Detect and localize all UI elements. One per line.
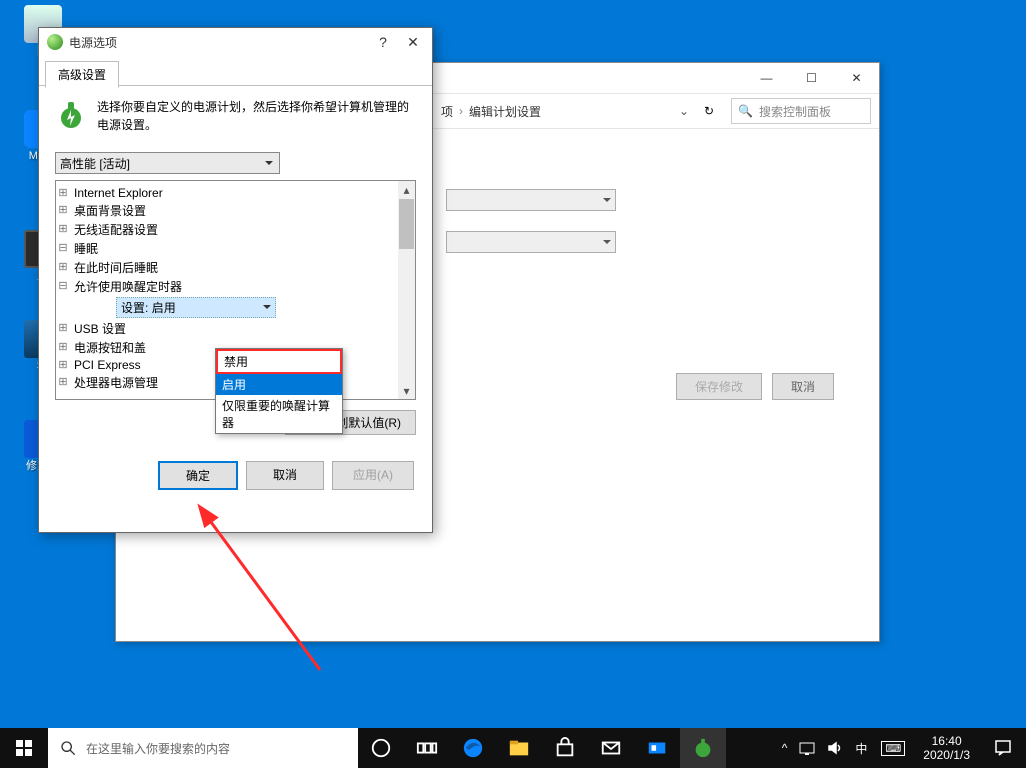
taskbar: 在这里输入你要搜索的内容 ^ 中 ⌨ 16:40 2020/1/3 [0, 728, 1026, 768]
search-icon [60, 740, 76, 756]
help-button[interactable]: ? [368, 34, 398, 50]
refresh-button[interactable]: ↻ [695, 104, 723, 118]
maximize-button[interactable]: ☐ [789, 63, 834, 93]
tab-strip: 高级设置 [39, 60, 432, 86]
ok-button[interactable]: 确定 [158, 461, 238, 490]
minimize-button[interactable]: — [744, 63, 789, 93]
network-icon[interactable] [793, 728, 821, 768]
tab-advanced[interactable]: 高级设置 [45, 61, 119, 88]
power-icon [47, 34, 63, 50]
search-icon: 🔍 [738, 104, 753, 118]
breadcrumb-item[interactable]: 编辑计划设置 [469, 103, 541, 120]
power-options-taskbar-icon[interactable] [680, 728, 726, 768]
power-options-dialog: 电源选项 ? ✕ 高级设置 选择你要自定义的电源计划，然后选择你希望计算机管理的… [38, 27, 433, 533]
search-placeholder: 在这里输入你要搜索的内容 [86, 740, 230, 757]
scroll-up-icon[interactable]: ▴ [398, 181, 415, 198]
scroll-down-icon[interactable]: ▾ [398, 382, 415, 399]
store-taskbar-icon[interactable] [542, 728, 588, 768]
dropdown-option-important[interactable]: 仅限重要的唤醒计算器 [216, 395, 342, 433]
search-input[interactable]: 🔍 搜索控制面板 [731, 98, 871, 124]
start-button[interactable] [0, 728, 48, 768]
cancel-button[interactable]: 取消 [246, 461, 324, 490]
setting-value: 启用 [152, 299, 176, 316]
breadcrumb-item[interactable]: 项 [441, 103, 453, 120]
chevron-right-icon: › [459, 104, 463, 118]
expand-icon[interactable]: ⊞ [56, 341, 70, 355]
close-button[interactable]: ✕ [398, 34, 428, 51]
tree-item-sleep-after[interactable]: 在此时间后睡眠 [74, 259, 158, 276]
save-button[interactable]: 保存修改 [676, 373, 762, 400]
mail-taskbar-icon[interactable] [588, 728, 634, 768]
wake-timer-setting-combo[interactable]: 设置: 启用 [116, 297, 276, 318]
expand-icon[interactable]: ⊞ [56, 376, 70, 390]
scrollbar[interactable]: ▴ ▾ [398, 181, 415, 399]
edge-taskbar-icon[interactable] [450, 728, 496, 768]
tree-item-ie[interactable]: Internet Explorer [74, 186, 163, 200]
display-off-combo[interactable] [446, 189, 616, 211]
tree-item-wake-timer[interactable]: 允许使用唤醒定时器 [74, 278, 182, 295]
volume-icon[interactable] [821, 728, 849, 768]
scroll-thumb[interactable] [399, 199, 414, 249]
battery-icon [55, 98, 87, 130]
collapse-icon[interactable]: ⊟ [56, 280, 70, 294]
time: 16:40 [923, 734, 970, 748]
date: 2020/1/3 [923, 748, 970, 762]
tree-item-desktop-bg[interactable]: 桌面背景设置 [74, 202, 146, 219]
tree-item-sleep[interactable]: 睡眠 [74, 240, 98, 257]
tree-item-wifi[interactable]: 无线适配器设置 [74, 221, 158, 238]
setting-label: 设置: [121, 299, 148, 316]
power-plan-combo[interactable]: 高性能 [活动] [55, 152, 280, 174]
close-button[interactable]: ✕ [834, 63, 879, 93]
system-tray: ^ 中 ⌨ 16:40 2020/1/3 [776, 728, 1026, 768]
cancel-button[interactable]: 取消 [772, 373, 834, 400]
tree-item-cpu[interactable]: 处理器电源管理 [74, 374, 158, 391]
address-drop-button[interactable]: ⌄ [673, 104, 695, 118]
expand-icon[interactable]: ⊞ [56, 204, 70, 218]
expand-icon[interactable]: ⊞ [56, 186, 70, 200]
sleep-after-combo[interactable] [446, 231, 616, 253]
search-placeholder: 搜索控制面板 [759, 103, 831, 120]
explorer-taskbar-icon[interactable] [496, 728, 542, 768]
dropdown-option-disable[interactable]: 禁用 [216, 349, 342, 374]
clock[interactable]: 16:40 2020/1/3 [913, 734, 980, 763]
expand-icon[interactable]: ⊞ [56, 223, 70, 237]
settings-taskbar-icon[interactable] [634, 728, 680, 768]
cortana-icon[interactable] [358, 728, 404, 768]
expand-icon[interactable]: ⊞ [56, 322, 70, 336]
dialog-description: 选择你要自定义的电源计划，然后选择你希望计算机管理的电源设置。 [97, 98, 416, 134]
dialog-titlebar[interactable]: 电源选项 ? ✕ [39, 28, 432, 56]
tree-item-usb[interactable]: USB 设置 [74, 320, 126, 337]
dropdown-option-enable[interactable]: 启用 [216, 374, 342, 395]
dialog-title: 电源选项 [69, 34, 368, 51]
expand-icon[interactable]: ⊞ [56, 261, 70, 275]
tree-item-pci[interactable]: PCI Express [74, 358, 141, 372]
apply-button[interactable]: 应用(A) [332, 461, 414, 490]
taskbar-search[interactable]: 在这里输入你要搜索的内容 [48, 728, 358, 768]
task-view-icon[interactable] [404, 728, 450, 768]
collapse-icon[interactable]: ⊟ [56, 242, 70, 256]
tray-overflow-icon[interactable]: ^ [776, 728, 794, 768]
tree-item-power-button[interactable]: 电源按钮和盖 [74, 339, 146, 356]
ime-indicator[interactable]: 中 [849, 728, 873, 768]
ime-keyboard-icon[interactable]: ⌨ [873, 728, 913, 768]
expand-icon[interactable]: ⊞ [56, 358, 70, 372]
power-plan-value: 高性能 [活动] [60, 155, 275, 172]
action-center-icon[interactable] [980, 728, 1026, 768]
wake-timer-dropdown: 禁用 启用 仅限重要的唤醒计算器 [215, 348, 343, 434]
